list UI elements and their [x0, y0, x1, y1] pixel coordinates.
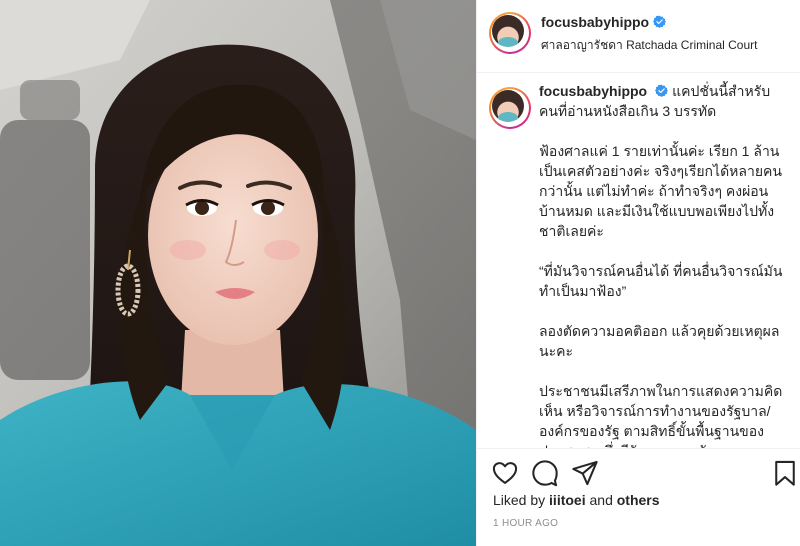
- selfie-illustration: [0, 0, 476, 546]
- liked-by-prefix: Liked by: [493, 492, 546, 508]
- verified-badge-icon: [653, 15, 667, 28]
- liked-by-user[interactable]: iiitoei: [549, 492, 586, 508]
- caption-username[interactable]: focusbabyhippo: [539, 83, 647, 99]
- avatar[interactable]: [489, 12, 531, 54]
- liked-by-and: and: [589, 492, 613, 508]
- post-detail-panel: focusbabyhippo ศาลอาญารัชดา Ratchada Cri…: [476, 0, 800, 546]
- post-photo[interactable]: [0, 0, 476, 546]
- like-button[interactable]: [491, 459, 519, 487]
- verified-badge-icon: [655, 84, 669, 97]
- share-button[interactable]: [571, 459, 599, 487]
- caption-body: focusbabyhippo แคปชั่นนี้สำหรับคนที่อ่านห…: [539, 81, 787, 448]
- liked-by-others[interactable]: others: [617, 492, 660, 508]
- caption-section: focusbabyhippo แคปชั่นนี้สำหรับคนที่อ่านห…: [477, 73, 800, 448]
- post-actions: Liked by iiitoei and others 1 HOUR AGO: [477, 448, 800, 546]
- liked-by-line: Liked by iiitoei and others: [493, 492, 660, 508]
- comment-icon: [532, 460, 558, 487]
- header-username[interactable]: focusbabyhippo: [541, 14, 649, 30]
- caption-avatar[interactable]: [489, 87, 531, 129]
- bookmark-icon: [775, 460, 795, 486]
- share-icon: [572, 460, 598, 486]
- comment-button[interactable]: [531, 459, 559, 487]
- header-info: focusbabyhippo ศาลอาญารัชดา Ratchada Cri…: [541, 14, 791, 55]
- heart-icon: [492, 462, 518, 484]
- post-location[interactable]: ศาลอาญารัชดา Ratchada Criminal Court: [541, 36, 791, 55]
- save-button[interactable]: [771, 459, 799, 487]
- post-header: focusbabyhippo ศาลอาญารัชดา Ratchada Cri…: [477, 0, 800, 73]
- post-timestamp[interactable]: 1 HOUR AGO: [493, 518, 558, 529]
- caption-text: แคปชั่นนี้สำหรับคนที่อ่านหนังสือเกิน 3 บ…: [539, 83, 783, 448]
